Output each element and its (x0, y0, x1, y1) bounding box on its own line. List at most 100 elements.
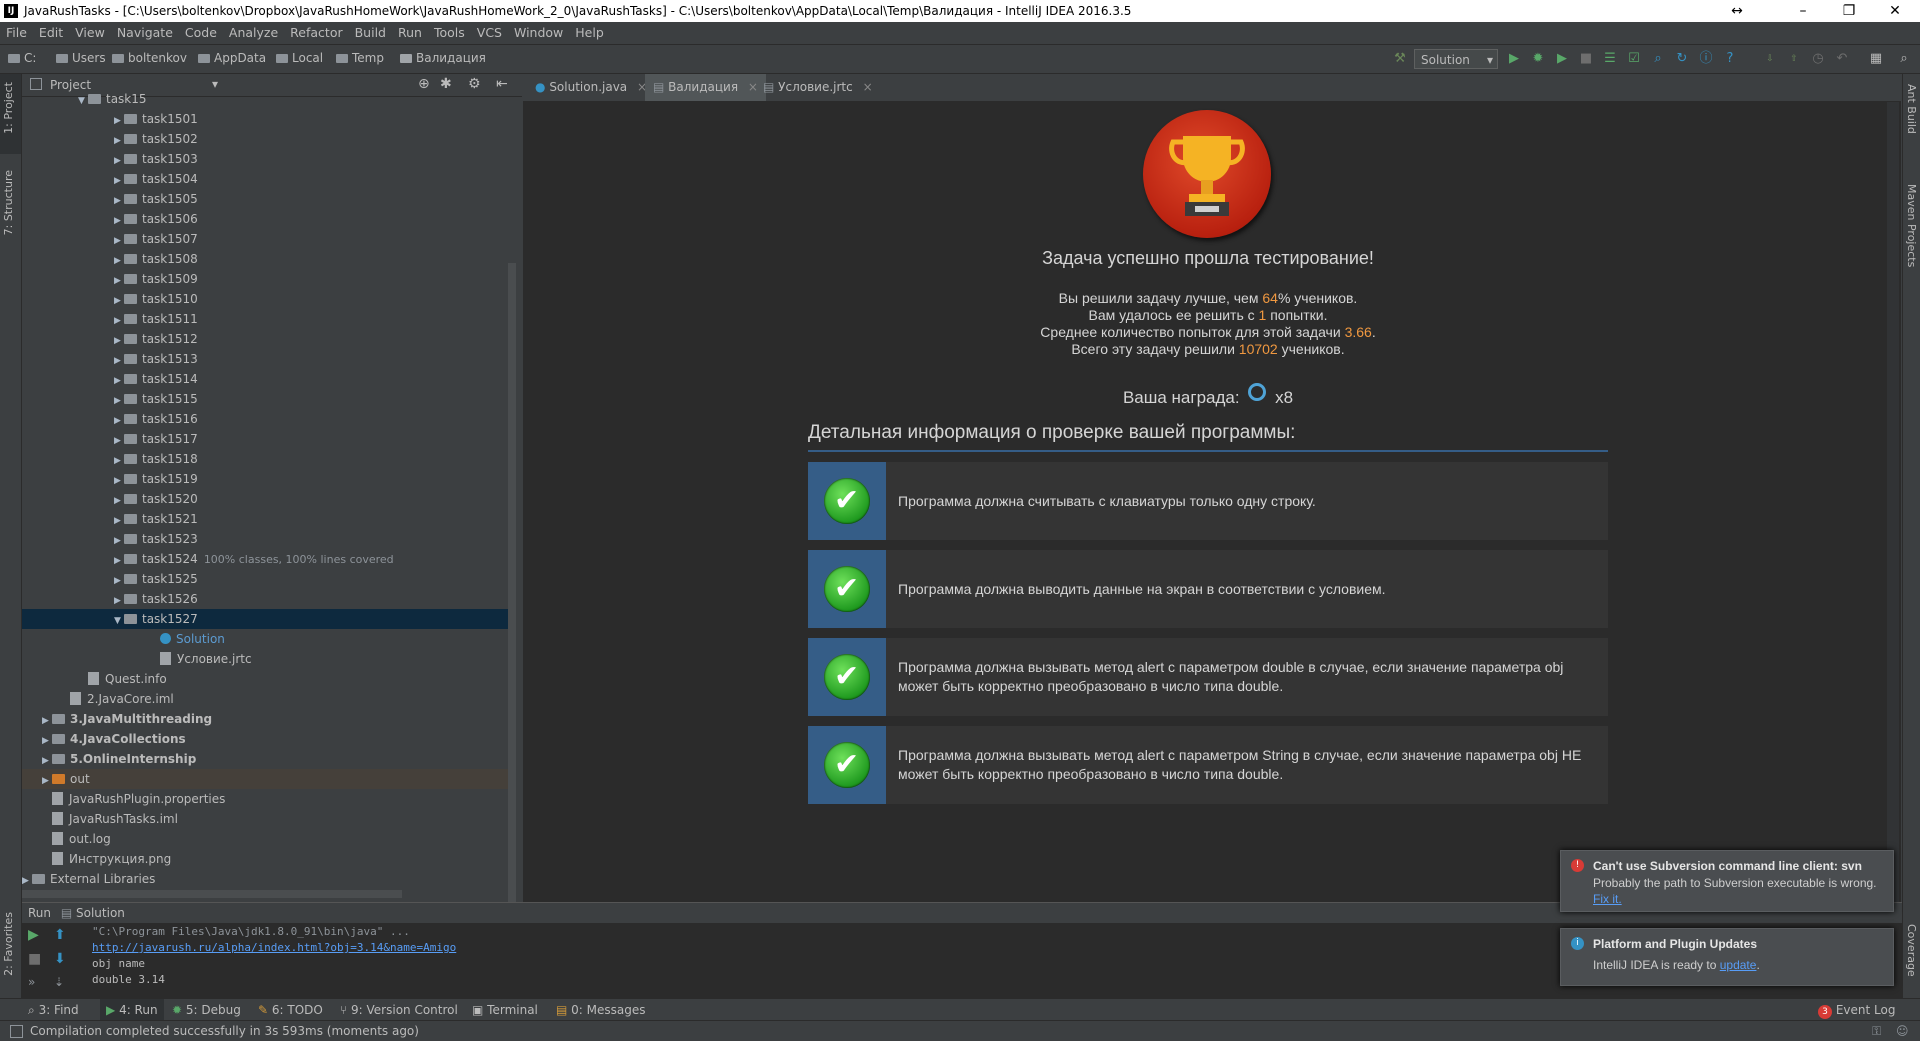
tree-item[interactable]: ▶ task1516 (22, 409, 516, 429)
collapsed-arrow-icon[interactable]: ▶ (114, 431, 124, 451)
collapsed-arrow-icon[interactable]: ▶ (22, 871, 32, 891)
tree-item[interactable]: ▶ task1524 100% classes, 100% lines covere… (22, 549, 516, 569)
tree-item[interactable]: ▶ task1520 (22, 489, 516, 509)
stop-icon[interactable]: ■ (28, 951, 41, 967)
fix-it-link[interactable]: Fix it. (1593, 892, 1622, 906)
menu-file[interactable]: File (0, 22, 33, 44)
resize-icon[interactable]: ↔ (1714, 0, 1760, 22)
collapsed-arrow-icon[interactable]: ▶ (114, 591, 124, 611)
collapsed-arrow-icon[interactable]: ▶ (114, 271, 124, 291)
lock-icon[interactable]: ⚿ (1872, 1021, 1881, 1041)
tree-item[interactable]: ▶ task1506 (22, 209, 516, 229)
tree-item[interactable]: ▶ task1504 (22, 169, 516, 189)
collapsed-arrow-icon[interactable]: ▶ (114, 311, 124, 331)
down-arrow-icon[interactable]: ⬇ (54, 951, 66, 967)
menu-window[interactable]: Window (508, 22, 569, 44)
breadcrumb-item[interactable]: Валидация (400, 51, 486, 65)
collapsed-arrow-icon[interactable]: ▶ (114, 231, 124, 251)
console-link[interactable]: http://javarush.ru/alpha/index.html?obj=… (92, 941, 456, 954)
tree-item[interactable]: ▶ task1505 (22, 189, 516, 209)
tree-item[interactable]: ▶ task1514 (22, 369, 516, 389)
collapsed-arrow-icon[interactable]: ▶ (114, 351, 124, 371)
tree-item[interactable]: ▶ task1510 (22, 289, 516, 309)
layout-icon[interactable] (10, 1025, 23, 1038)
menu-tools[interactable]: Tools (428, 22, 471, 44)
list-icon[interactable]: ☰ (1602, 51, 1618, 67)
search-icon[interactable]: ⌕ (1650, 51, 1666, 67)
tool-tab-structure[interactable]: 7: Structure (2, 170, 15, 235)
tree-item[interactable]: JavaRushTasks.iml (22, 809, 516, 829)
tree-item[interactable]: ▶ task1513 (22, 349, 516, 369)
menu-analyze[interactable]: Analyze (223, 22, 284, 44)
info-icon[interactable]: ⓘ (1698, 51, 1714, 67)
breadcrumb-item[interactable]: Local (276, 51, 323, 65)
collapsed-arrow-icon[interactable]: ▶ (114, 331, 124, 351)
collapsed-arrow-icon[interactable]: ▶ (114, 151, 124, 171)
tree-item[interactable]: Условие.jrtc (22, 649, 516, 669)
menu-edit[interactable]: Edit (33, 22, 69, 44)
collapsed-arrow-icon[interactable]: ▶ (114, 451, 124, 471)
tab-condition[interactable]: ▤ Условие.jrtc × (755, 74, 881, 101)
stop-icon[interactable]: ■ (1578, 51, 1594, 67)
tree-item[interactable]: ▶ task1508 (22, 249, 516, 269)
collapsed-arrow-icon[interactable]: ▶ (114, 171, 124, 191)
menu-refactor[interactable]: Refactor (284, 22, 348, 44)
revert-icon[interactable]: ↶ (1834, 51, 1850, 67)
tool-tab-favorites[interactable]: 2: Favorites (2, 912, 15, 976)
expanded-arrow-icon[interactable]: ▼ (78, 91, 88, 111)
update-link[interactable]: update (1720, 958, 1757, 972)
search-everywhere-icon[interactable]: ⌕ (1896, 51, 1912, 67)
tree-item[interactable]: ▶ task1519 (22, 469, 516, 489)
refresh-icon[interactable]: ↻ (1674, 51, 1690, 67)
collapsed-arrow-icon[interactable]: ▶ (42, 771, 52, 791)
collapsed-arrow-icon[interactable]: ▶ (114, 251, 124, 271)
editor-scrollbar[interactable] (1887, 102, 1899, 910)
tab-validation[interactable]: ▤ Валидация × (645, 74, 766, 101)
expanded-arrow-icon[interactable]: ▼ (114, 611, 124, 631)
breadcrumb-item[interactable]: C: (8, 51, 36, 65)
tool-tab-messages[interactable]: ▤ 0: Messages (556, 999, 646, 1021)
menu-view[interactable]: View (69, 22, 111, 44)
tree-item[interactable]: ▶ task1518 (22, 449, 516, 469)
close-tab-icon[interactable]: × (863, 80, 873, 94)
vcs-update-icon[interactable]: ⇩ (1762, 51, 1778, 67)
tree-item[interactable]: ▶ task1515 (22, 389, 516, 409)
run-panel-config[interactable]: Solution (76, 906, 125, 920)
tree-item[interactable]: ▶ task1509 (22, 269, 516, 289)
maximize-button[interactable]: ❐ (1826, 0, 1872, 22)
tree-item[interactable]: ▶ task1512 (22, 329, 516, 349)
tree-item[interactable]: ▼ task15 (22, 89, 516, 109)
tree-item[interactable]: ▶ 3.JavaMultithreading (22, 709, 516, 729)
collapsed-arrow-icon[interactable]: ▶ (114, 191, 124, 211)
collapsed-arrow-icon[interactable]: ▶ (114, 551, 124, 571)
tool-tab-run[interactable]: ▶ 4: Run (100, 999, 164, 1021)
tree-item[interactable]: out.log (22, 829, 516, 849)
collapsed-arrow-icon[interactable]: ▶ (114, 571, 124, 591)
breadcrumb-item[interactable]: Temp (336, 51, 384, 65)
inspector-icon[interactable]: ☺ (1896, 1021, 1909, 1041)
project-structure-icon[interactable]: ▦ (1868, 51, 1884, 67)
menu-help[interactable]: Help (569, 22, 610, 44)
tree-item[interactable]: ▶ External Libraries (22, 869, 516, 889)
tree-item[interactable]: ▶ task1517 (22, 429, 516, 449)
collapsed-arrow-icon[interactable]: ▶ (114, 411, 124, 431)
up-arrow-icon[interactable]: ⬆ (54, 927, 66, 943)
collapsed-arrow-icon[interactable]: ▶ (114, 371, 124, 391)
tree-item[interactable]: ▶ 5.OnlineInternship (22, 749, 516, 769)
pin-icon[interactable]: ⇣ (54, 975, 64, 989)
help-icon[interactable]: ? (1722, 51, 1738, 67)
menu-build[interactable]: Build (349, 22, 392, 44)
debug-icon[interactable]: ✹ (1530, 51, 1546, 67)
collapsed-arrow-icon[interactable]: ▶ (114, 531, 124, 551)
collapsed-arrow-icon[interactable]: ▶ (114, 391, 124, 411)
build-icon[interactable]: ⚒ (1392, 51, 1408, 67)
notification-updates[interactable]: i Platform and Plugin Updates IntelliJ I… (1560, 928, 1894, 986)
collapsed-arrow-icon[interactable]: ▶ (114, 511, 124, 531)
tool-tab-event-log[interactable]: 3 Event Log (1818, 999, 1895, 1021)
collapsed-arrow-icon[interactable]: ▶ (42, 731, 52, 751)
tree-item[interactable]: ▶ 4.JavaCollections (22, 729, 516, 749)
tool-tab-todo[interactable]: ✎ 6: TODO (258, 999, 323, 1021)
tool-tab-terminal[interactable]: ▣ Terminal (472, 999, 538, 1021)
more-icon[interactable]: » (28, 975, 35, 989)
minimize-button[interactable]: – (1780, 0, 1826, 22)
